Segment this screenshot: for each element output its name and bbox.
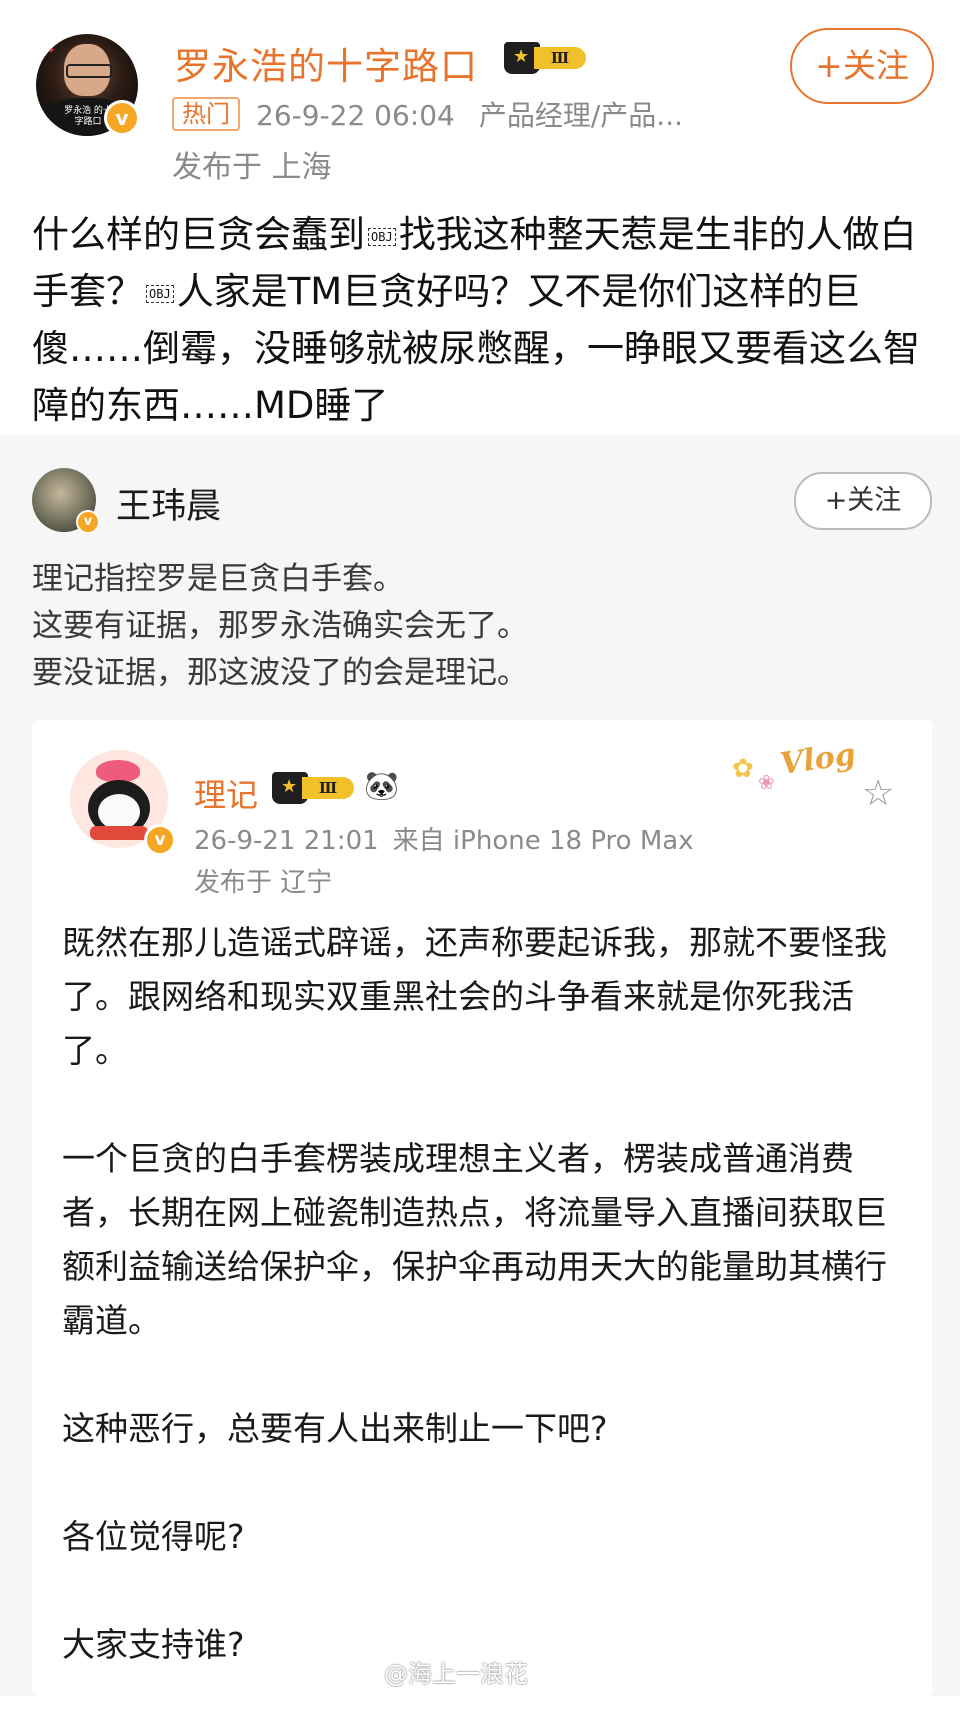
post-meta: 热门 26-9-22 06:04 产品经理/产品... — [172, 94, 683, 134]
repost-author-name[interactable]: 王玮晨 — [116, 478, 221, 529]
repost-text: 理记指控罗是巨贪白手套。 这要有证据，那罗永浩确实会无了。 要没证据，那这波没了… — [32, 556, 932, 697]
logo-icon: ✦ — [46, 43, 57, 57]
vlog-sticker-icon: ✿ ❀ Vlog — [732, 736, 862, 798]
verified-badge-icon: v — [144, 824, 176, 856]
quoted-post-card[interactable]: v 理记 Ⅲ 🐼 26-9-21 21:01 来自 iPhone 18 Pro M… — [32, 720, 932, 1696]
obj-placeholder-icon: OBJ — [368, 228, 396, 246]
quoted-location: 发布于 辽宁 — [194, 868, 333, 898]
hot-tag: 热门 — [172, 97, 240, 131]
obj-placeholder-icon: OBJ — [146, 285, 174, 303]
quoted-paragraph: 一个巨贪的白手套楞装成理想主义者，楞装成普通消费者，长期在网上碰瓷制造热点，将流… — [62, 1139, 887, 1340]
post-text: 什么样的巨贪会蠢到 OBJ 找我这种整天惹是生非的人做白手套？ OBJ 人家是TM巨贪好… — [32, 206, 942, 434]
level-badge-icon: Ⅲ — [272, 772, 358, 804]
panda-icon: 🐼 — [364, 769, 399, 802]
vlog-sticker-text: Vlog — [777, 736, 858, 783]
post-text-part1: 什么样的巨贪会蠢到 — [32, 213, 365, 256]
original-post: ✦ 罗永浩 的十字路口 v 罗永浩的十字路口 Ⅲ 热门26-9-22 06:04… — [0, 0, 960, 435]
quoted-paragraph: 这种恶行，总要有人出来制止一下吧? — [62, 1409, 608, 1448]
verified-badge-icon: v — [104, 100, 140, 136]
repost-line: 要没证据，那这波没了的会是理记。 — [32, 655, 528, 691]
author-name[interactable]: 罗永浩的十字路口 — [174, 36, 478, 90]
quoted-text: 既然在那儿造谣式辟谣，还声称要起诉我，那就不要怪我了。跟网络和现实双重黑社会的斗… — [62, 916, 902, 1726]
repost-follow-button[interactable]: +关注 — [794, 472, 932, 530]
quoted-paragraph: 各位觉得呢? — [62, 1517, 245, 1556]
flower-icon: ❀ — [758, 770, 775, 794]
quoted-meta: 26-9-21 21:01 来自 iPhone 18 Pro Max — [194, 820, 694, 857]
post-location: 发布于 上海 — [172, 150, 332, 185]
level-badge-icon: Ⅲ — [504, 42, 594, 74]
flower-icon: ✿ — [732, 754, 754, 784]
repost-line: 这要有证据，那罗永浩确实会无了。 — [32, 608, 528, 644]
follow-button[interactable]: +关注 — [790, 28, 934, 104]
post-datetime: 26-9-22 06:04 — [256, 99, 455, 132]
avatar-bow — [96, 760, 140, 782]
quoted-paragraph: 既然在那儿造谣式辟谣，还声称要起诉我，那就不要怪我了。跟网络和现实双重黑社会的斗… — [62, 923, 887, 1070]
quoted-author-name[interactable]: 理记 — [194, 770, 258, 816]
repost-line: 理记指控罗是巨贪白手套。 — [32, 561, 404, 597]
avatar-scarf — [90, 826, 148, 840]
level-number: Ⅲ — [302, 777, 354, 799]
verified-badge-icon: v — [76, 510, 100, 534]
avatar-glasses — [66, 64, 112, 78]
quoted-datetime: 26-9-21 21:01 — [194, 826, 379, 856]
watermark: @海上一浪花 — [384, 1660, 528, 1688]
level-number: Ⅲ — [534, 47, 586, 69]
favorite-star-icon[interactable]: ☆ — [862, 776, 894, 812]
post-category: 产品经理/产品... — [478, 99, 684, 132]
quoted-source: 来自 iPhone 18 Pro Max — [392, 826, 694, 856]
avatar-penguin-face — [98, 794, 140, 830]
